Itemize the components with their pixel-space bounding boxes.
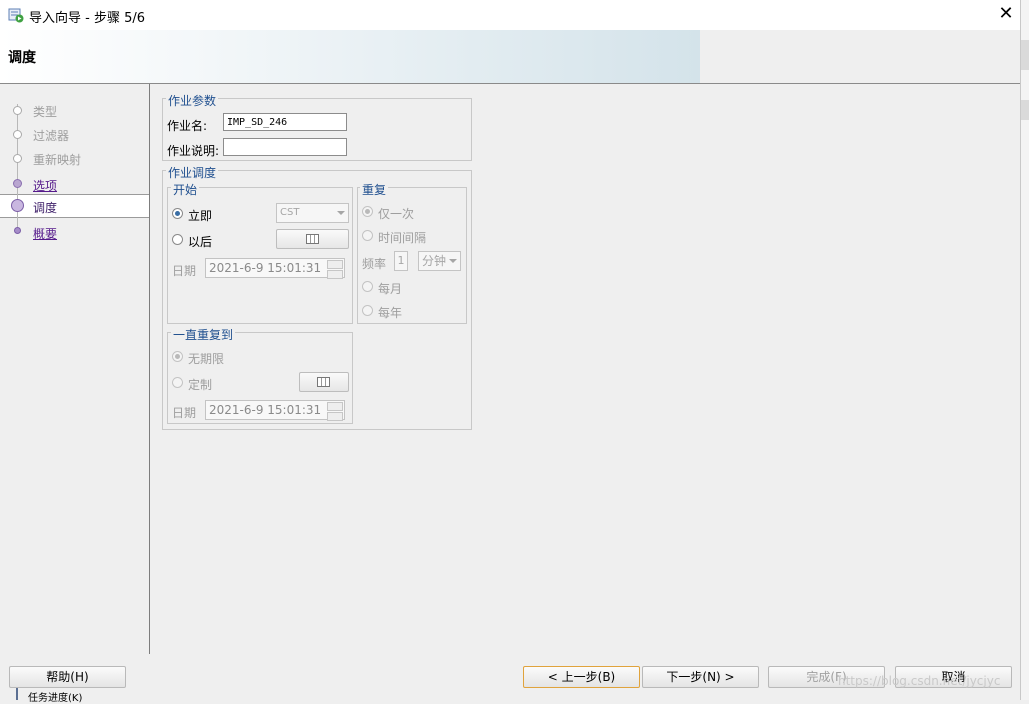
start-date-value: 2021-6-9 15:01:31: [209, 261, 322, 275]
steps-connector-line: [17, 104, 18, 232]
start-date-label: 日期: [172, 264, 197, 278]
repeat-yearly-radio[interactable]: [362, 305, 373, 316]
window-title: 导入向导 - 步骤 5/6: [29, 11, 146, 26]
until-custom-label: 定制: [188, 378, 213, 392]
chevron-down-icon: [337, 211, 345, 215]
frequency-label: 频率: [362, 257, 387, 271]
nav-item-summary[interactable]: 概要: [33, 225, 57, 242]
repeat-monthly-label: 每月: [378, 282, 403, 296]
repeat-yearly-label: 每年: [378, 306, 403, 320]
nav-item-type[interactable]: 类型: [33, 103, 57, 120]
spin-down-icon[interactable]: [327, 412, 343, 421]
date-spinner[interactable]: [327, 402, 343, 421]
calendar-icon: [305, 234, 319, 244]
start-immediate-radio[interactable]: [172, 208, 183, 219]
chevron-down-icon: [449, 259, 457, 263]
until-date-label: 日期: [172, 406, 197, 420]
repeat-legend: 重复: [360, 181, 389, 198]
start-date-field[interactable]: 2021-6-9 15:01:31: [205, 258, 345, 279]
wizard-steps-nav: [0, 84, 150, 654]
nav-item-schedule[interactable]: 调度: [33, 199, 57, 216]
until-forever-radio[interactable]: [172, 351, 183, 362]
close-icon[interactable]: ✕: [994, 4, 1018, 26]
spin-down-icon[interactable]: [327, 270, 343, 279]
until-custom-radio[interactable]: [172, 377, 183, 388]
start-legend: 开始: [171, 181, 200, 198]
status-divider: [16, 688, 18, 700]
repeat-interval-label: 时间间隔: [378, 231, 427, 245]
page-title: 调度: [8, 50, 36, 66]
title-bar: [0, 0, 1020, 30]
date-spinner[interactable]: [327, 260, 343, 279]
frequency-unit-value: 分钟: [422, 254, 447, 268]
calendar-icon: [317, 377, 330, 387]
start-immediate-label: 立即: [188, 209, 213, 223]
task-progress-label: 任务进度(K): [28, 693, 83, 704]
job-name-label: 作业名:: [167, 119, 208, 133]
job-name-field[interactable]: IMP_SD_246: [223, 113, 347, 131]
job-schedule-legend: 作业调度: [166, 164, 219, 181]
nav-item-options[interactable]: 选项: [33, 177, 57, 194]
job-desc-field[interactable]: [223, 138, 347, 156]
next-button[interactable]: 下一步(N) >: [642, 666, 759, 688]
repeat-once-radio[interactable]: [362, 206, 373, 217]
frequency-field[interactable]: 1: [394, 251, 408, 271]
step-dot-icon: [13, 130, 22, 139]
frequency-unit-select[interactable]: 分钟: [418, 251, 461, 271]
nav-item-remap[interactable]: 重新映射: [33, 151, 81, 168]
until-date-field[interactable]: 2021-6-9 15:01:31: [205, 400, 345, 421]
step-dot-icon: [13, 154, 22, 163]
start-calendar-button[interactable]: [276, 229, 349, 249]
window-edge-scrollbar: [1020, 0, 1029, 700]
job-params-legend: 作业参数: [166, 92, 219, 109]
step-dot-icon: [13, 106, 22, 115]
status-strip: 任务进度(K): [0, 688, 1020, 704]
import-wizard-icon: [8, 7, 24, 23]
nav-item-filter[interactable]: 过滤器: [33, 127, 69, 144]
until-date-value: 2021-6-9 15:01:31: [209, 403, 322, 417]
start-later-label: 以后: [188, 235, 213, 249]
back-button[interactable]: < 上一步(B): [523, 666, 640, 688]
spin-up-icon[interactable]: [327, 260, 343, 269]
until-calendar-button[interactable]: [299, 372, 349, 392]
repeat-monthly-radio[interactable]: [362, 281, 373, 292]
repeat-interval-radio[interactable]: [362, 230, 373, 241]
step-dot-icon: [14, 227, 21, 234]
repeat-until-legend: 一直重复到: [171, 326, 236, 343]
timezone-select[interactable]: CST: [276, 203, 349, 223]
job-desc-label: 作业说明:: [167, 144, 220, 158]
repeat-once-label: 仅一次: [378, 207, 415, 221]
step-dot-icon: [13, 179, 22, 188]
help-button[interactable]: 帮助(H): [9, 666, 126, 688]
start-later-radio[interactable]: [172, 234, 183, 245]
current-step-icon: [11, 199, 24, 212]
watermark-text: https://blog.csdn.net/jycjyc: [838, 674, 1001, 688]
until-forever-label: 无期限: [188, 352, 225, 366]
spin-up-icon[interactable]: [327, 402, 343, 411]
header-gradient: [0, 30, 700, 83]
timezone-value: CST: [280, 207, 300, 218]
